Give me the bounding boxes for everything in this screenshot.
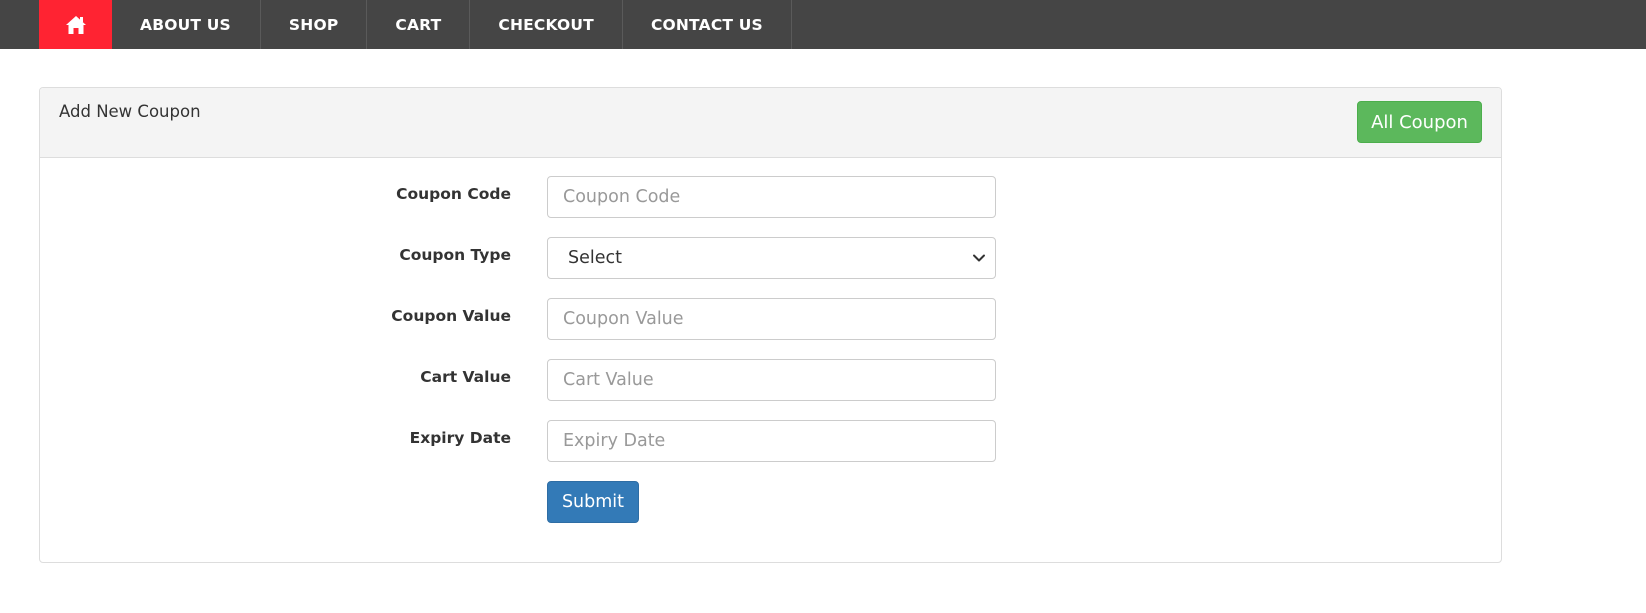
nav-item-about-us[interactable]: ABOUT US — [112, 0, 261, 49]
chevron-down-icon — [973, 254, 985, 262]
nav-item-cart[interactable]: CART — [367, 0, 471, 49]
nav-item-label: CONTACT US — [650, 15, 763, 34]
coupon-code-label: Coupon Code — [396, 185, 511, 203]
cart-value-label: Cart Value — [420, 368, 511, 386]
cart-value-input[interactable] — [547, 359, 996, 401]
nav-menu: ABOUT US SHOP CART CHECKOUT CONTACT US — [39, 0, 792, 49]
coupon-value-input[interactable] — [547, 298, 996, 340]
nav-item-shop[interactable]: SHOP — [261, 0, 368, 49]
expiry-date-row: Expiry Date — [40, 420, 1501, 462]
coupon-type-row: Coupon Type Select — [40, 237, 1501, 279]
submit-row: Submit — [40, 481, 1501, 523]
coupon-code-input[interactable] — [547, 176, 996, 218]
expiry-date-label: Expiry Date — [409, 429, 511, 447]
submit-button[interactable]: Submit — [547, 481, 639, 523]
coupon-type-select[interactable]: Select — [547, 237, 996, 279]
expiry-date-input[interactable] — [547, 420, 996, 462]
all-coupon-button[interactable]: All Coupon — [1357, 101, 1482, 143]
coupon-value-row: Coupon Value — [40, 298, 1501, 340]
panel-heading: Add New Coupon All Coupon — [40, 88, 1501, 158]
nav-item-label: CHECKOUT — [498, 15, 594, 34]
nav-item-label: ABOUT US — [140, 15, 231, 34]
home-icon — [65, 15, 86, 34]
top-navbar: ABOUT US SHOP CART CHECKOUT CONTACT US — [0, 0, 1646, 49]
panel-title: Add New Coupon — [59, 102, 201, 121]
coupon-type-label: Coupon Type — [399, 246, 511, 264]
coupon-value-label: Coupon Value — [391, 307, 511, 325]
nav-item-label: SHOP — [288, 15, 339, 34]
coupon-type-selected-value: Select — [568, 248, 622, 268]
coupon-code-row: Coupon Code — [40, 176, 1501, 218]
cart-value-row: Cart Value — [40, 359, 1501, 401]
nav-item-contact-us[interactable]: CONTACT US — [623, 0, 792, 49]
add-coupon-panel: Add New Coupon All Coupon Coupon Code Co… — [39, 87, 1502, 563]
nav-home-button[interactable] — [39, 0, 112, 49]
nav-item-label: CART — [395, 15, 442, 34]
nav-item-checkout[interactable]: CHECKOUT — [470, 0, 623, 49]
